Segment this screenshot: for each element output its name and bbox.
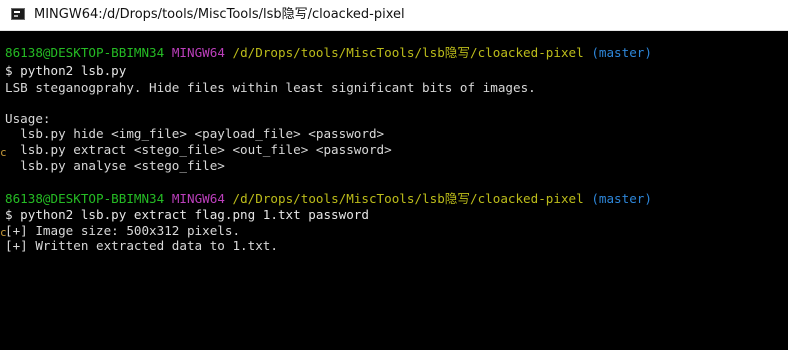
usage-extract: lsb.py extract <stego_file> <out_file> <… — [5, 142, 392, 157]
prompt-line: 86138@DESKTOP-BBIMN34 MINGW64 /d/Drops/t… — [5, 45, 652, 60]
window-title: MINGW64:/d/Drops/tools/MiscTools/lsb隐写/c… — [34, 7, 405, 22]
terminal-icon — [11, 8, 25, 20]
prompt-branch: (master) — [591, 45, 652, 60]
prompt-line: 86138@DESKTOP-BBIMN34 MINGW64 /d/Drops/t… — [5, 191, 652, 206]
usage-hide: lsb.py hide <img_file> <payload_file> <p… — [5, 126, 385, 141]
prompt-path: /d/Drops/tools/MiscTools/lsb隐写/cloacked-… — [232, 191, 584, 206]
prompt-shell: MINGW64 — [171, 45, 225, 60]
margin-mark: c — [0, 226, 7, 239]
usage-analyse: lsb.py analyse <stego_file> — [5, 158, 225, 173]
title-bar: MINGW64:/d/Drops/tools/MiscTools/lsb隐写/c… — [0, 0, 788, 31]
terminal-output[interactable]: 86138@DESKTOP-BBIMN34 MINGW64 /d/Drops/t… — [0, 31, 788, 266]
output-image-size: [+] Image size: 500x312 pixels. — [5, 223, 241, 238]
prompt-branch: (master) — [591, 191, 652, 206]
prompt-path: /d/Drops/tools/MiscTools/lsb隐写/cloacked-… — [232, 45, 584, 60]
usage-header: Usage: — [5, 111, 51, 126]
command-line: $ python2 lsb.py — [5, 63, 127, 78]
prompt-shell: MINGW64 — [171, 191, 225, 206]
output-description: LSB steganogprahy. Hide files within lea… — [5, 80, 536, 95]
prompt-user-host: 86138@DESKTOP-BBIMN34 — [5, 45, 165, 60]
prompt-user-host: 86138@DESKTOP-BBIMN34 — [5, 191, 165, 206]
margin-mark: c — [0, 146, 7, 159]
output-written: [+] Written extracted data to 1.txt. — [5, 238, 278, 253]
command-line: $ python2 lsb.py extract flag.png 1.txt … — [5, 207, 369, 222]
